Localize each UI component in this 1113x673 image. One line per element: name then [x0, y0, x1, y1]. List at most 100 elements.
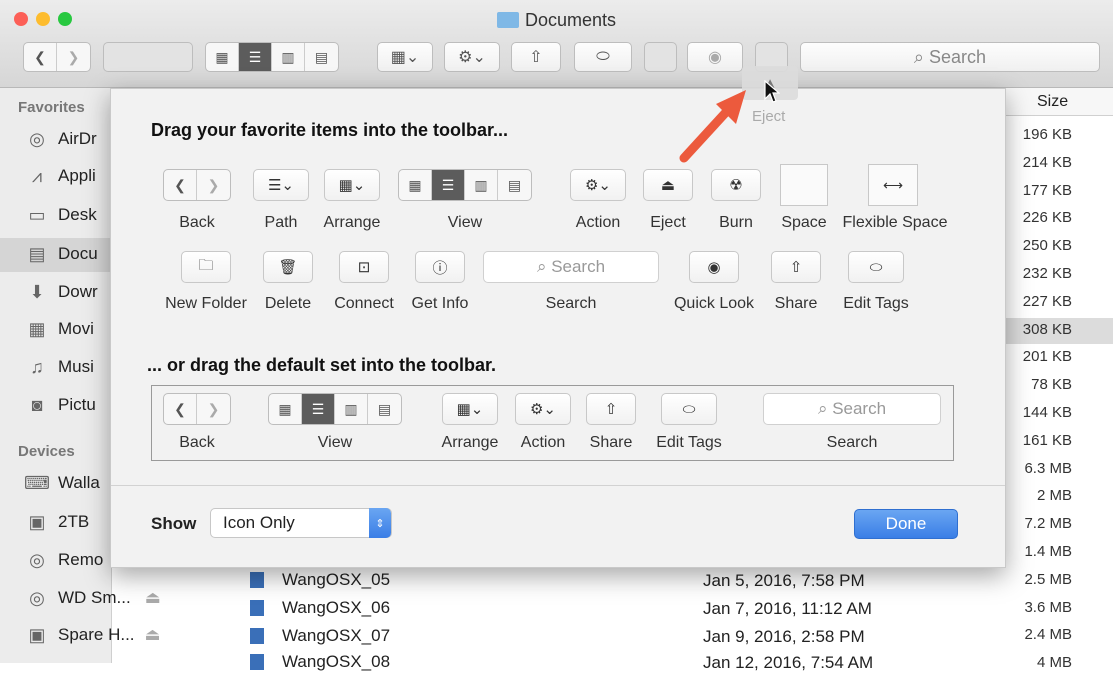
path-icon: ☰⌄: [267, 177, 294, 194]
gear-icon: ⚙⌄: [584, 177, 611, 194]
list-view-icon: ☰: [432, 170, 465, 200]
sidebar-device[interactable]: ◎ Remo: [26, 549, 103, 571]
tag-icon: ⬭: [869, 258, 883, 276]
file-name: WangOSX_08: [282, 652, 391, 671]
folder-icon: [496, 12, 519, 28]
edit-tags-item[interactable]: ⬭: [848, 251, 904, 283]
size-cell: 177 KB: [1022, 181, 1072, 199]
back-forward-item[interactable]: ❮ ❯: [163, 169, 231, 201]
quick-look-button[interactable]: ◉: [687, 42, 743, 72]
delete-item[interactable]: 🗑: [263, 251, 313, 283]
sidebar-item-music[interactable]: ♫ Musi: [26, 356, 94, 378]
sidebar-item-applications[interactable]: ⩘ Appli: [26, 165, 96, 187]
table-row[interactable]: WangOSX_05: [250, 570, 390, 590]
edit-tags-button[interactable]: ⬭: [574, 42, 632, 72]
sidebar-item-downloads[interactable]: ⬇ Dowr: [26, 281, 97, 303]
size-cell: 161 KB: [1022, 431, 1072, 449]
empty-toolbar-slot: [103, 42, 193, 72]
eject-icon[interactable]: ⏏: [145, 588, 161, 608]
item-label-arrange: Arrange: [323, 214, 381, 231]
cover-flow-icon[interactable]: ▤: [305, 43, 338, 71]
item-label-back: Back: [179, 214, 215, 231]
table-row[interactable]: WangOSX_06: [250, 598, 390, 618]
quick-look-item[interactable]: ◉: [689, 251, 739, 283]
sidebar-device[interactable]: ▣ Spare H... ⏏: [26, 624, 161, 646]
desktop-icon: ▭: [28, 204, 46, 225]
dragged-eject-label: Eject: [752, 108, 786, 125]
list-view-icon[interactable]: ☰: [239, 43, 272, 71]
eject-item[interactable]: ⏏: [643, 169, 693, 201]
arrange-button[interactable]: ▦⌄: [377, 42, 433, 72]
default-label-search: Search: [826, 434, 878, 451]
movies-icon: ▦: [28, 318, 46, 339]
sidebar-item-label: Docu: [58, 244, 98, 263]
table-row[interactable]: WangOSX_07: [250, 626, 390, 646]
burn-icon: ☢: [729, 177, 743, 194]
column-view-icon[interactable]: ▥: [272, 43, 305, 71]
arrange-item[interactable]: ▦⌄: [324, 169, 380, 201]
size-cell: 250 KB: [1022, 237, 1072, 255]
size-cell: 227 KB: [1022, 292, 1072, 310]
size-cell: 308 KB: [1022, 320, 1072, 338]
sidebar-item-documents[interactable]: ▤ Docu: [26, 243, 98, 265]
arrange-icon: ▦⌄: [456, 401, 484, 418]
favorites-header: Favorites: [18, 99, 85, 116]
default-toolbar-set[interactable]: ❮ ❯ Back ▦ ☰ ▥ ▤ View ▦⌄ Arrange ⚙⌄ Action ⇧…: [151, 385, 954, 461]
item-label-path: Path: [264, 214, 298, 231]
sidebar-item-label: Movi: [58, 319, 94, 338]
eject-icon[interactable]: ⏏: [145, 625, 161, 645]
get-info-item[interactable]: ⓘ: [415, 251, 465, 283]
sidebar-device[interactable]: ◎ WD Sm... ⏏: [26, 587, 161, 609]
item-label-eject: Eject: [650, 214, 686, 231]
icon-view-icon[interactable]: ▦: [206, 43, 239, 71]
item-label-burn: Burn: [719, 214, 753, 231]
show-popup-button[interactable]: Icon Only ⇕: [210, 508, 392, 538]
size-cell: 6.3 MB: [1024, 459, 1072, 477]
default-label-arrange: Arrange: [441, 434, 499, 451]
window-title-text: Documents: [524, 10, 617, 30]
downloads-icon: ⬇: [29, 281, 45, 302]
item-label-space: Space: [781, 214, 827, 231]
sidebar-device[interactable]: ⌨ Walla: [24, 472, 100, 494]
table-row[interactable]: WangOSX_08: [250, 652, 390, 672]
share-item[interactable]: ⇧: [771, 251, 821, 283]
back-icon: ❮: [164, 170, 197, 200]
view-segmented-control: ▦ ☰ ▥ ▤: [205, 42, 339, 72]
forward-button[interactable]: ❯: [57, 43, 90, 71]
sidebar-item-desktop[interactable]: ▭ Desk: [26, 204, 96, 226]
applications-icon: ⩘: [31, 165, 43, 186]
path-item[interactable]: ☰⌄: [253, 169, 309, 201]
sidebar-item-pictures[interactable]: ◙ Pictu: [26, 394, 96, 416]
gear-icon: ⚙⌄: [529, 401, 556, 418]
item-label-search: Search: [545, 295, 597, 312]
documents-icon: ▤: [28, 243, 46, 264]
flexible-space-icon: ⟷: [882, 176, 904, 193]
search-item[interactable]: ⌕ Search: [483, 251, 659, 283]
action-item[interactable]: ⚙⌄: [570, 169, 626, 201]
sidebar-item-label: Musi: [58, 357, 94, 376]
item-label-action: Action: [575, 214, 621, 231]
back-button[interactable]: ❮: [24, 43, 57, 71]
arrange-item: ▦⌄: [442, 393, 498, 425]
back-icon: ❮: [164, 394, 197, 424]
share-button[interactable]: ⇧: [511, 42, 561, 72]
space-item[interactable]: [780, 164, 828, 206]
document-icon: [250, 600, 264, 616]
connect-item[interactable]: ⊡: [339, 251, 389, 283]
item-label-new-folder: New Folder: [165, 295, 247, 312]
flexible-space-item[interactable]: ⟷: [868, 164, 918, 206]
view-item[interactable]: ▦ ☰ ▥ ▤: [398, 169, 532, 201]
size-column-header[interactable]: Size: [1005, 88, 1113, 116]
search-item-placeholder: Search: [832, 399, 887, 418]
sidebar-device[interactable]: ▣ 2TB: [26, 511, 89, 533]
file-date: Jan 9, 2016, 2:58 PM: [703, 627, 865, 646]
toolbar-search-field[interactable]: ⌕ Search: [800, 42, 1100, 72]
done-button[interactable]: Done: [854, 509, 958, 539]
search-icon: ⌕: [913, 46, 930, 67]
action-button[interactable]: ⚙⌄: [444, 42, 500, 72]
sidebar-item-airdrop[interactable]: ◎ AirDr: [26, 128, 97, 150]
burn-item[interactable]: ☢: [711, 169, 761, 201]
sidebar-item-movies[interactable]: ▦ Movi: [26, 318, 94, 340]
new-folder-item[interactable]: 🗀: [181, 251, 231, 283]
item-label-get-info: Get Info: [411, 295, 469, 312]
